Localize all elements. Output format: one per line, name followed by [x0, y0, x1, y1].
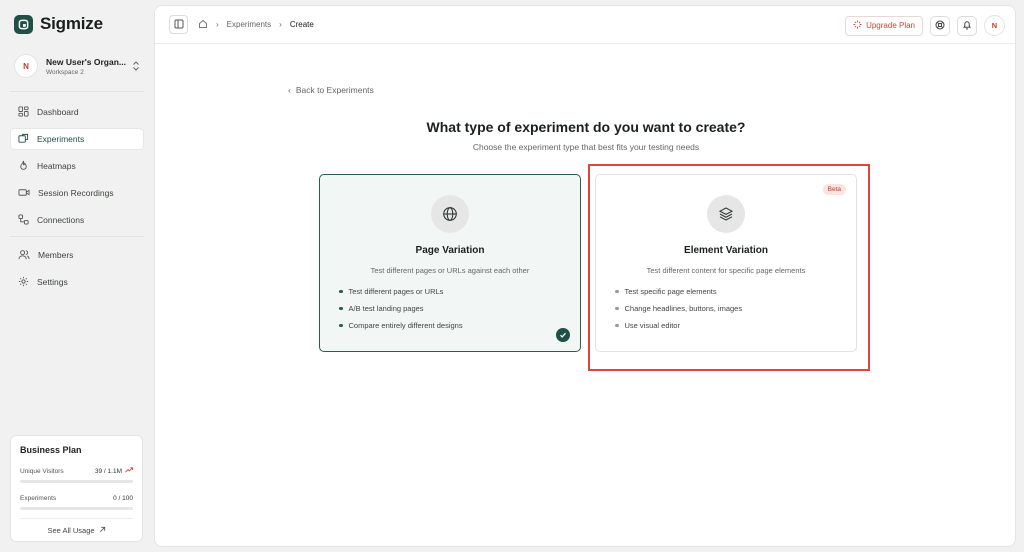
- bullet-icon: [615, 289, 619, 294]
- bullet-icon: [339, 306, 343, 311]
- feature-text: Use visual editor: [624, 321, 680, 330]
- sidebar-nav: Dashboard Experiments Heatmaps Session R…: [10, 101, 144, 236]
- home-icon[interactable]: [198, 19, 208, 31]
- trend-up-icon: [125, 467, 133, 475]
- bullet-icon: [339, 323, 343, 328]
- page-variation-card[interactable]: Page Variation Test different pages or U…: [319, 174, 581, 352]
- connections-icon: [18, 213, 29, 227]
- feature-item: Change headlines, buttons, images: [615, 304, 742, 313]
- feature-item: A/B test landing pages: [339, 304, 463, 313]
- upgrade-plan-button[interactable]: Upgrade Plan: [845, 15, 923, 36]
- page-title: What type of experiment do you want to c…: [426, 119, 746, 135]
- sidebar-item-settings[interactable]: Settings: [10, 271, 144, 293]
- sidebar-item-label: Members: [38, 250, 74, 260]
- workspace-name: Workspace 2: [46, 68, 84, 76]
- chevron-right-icon: ›: [279, 20, 282, 29]
- sidebar-item-session-recordings[interactable]: Session Recordings: [10, 182, 144, 204]
- users-icon: [18, 249, 30, 262]
- dashboard-icon: [18, 105, 29, 119]
- feature-item: Test different pages or URLs: [339, 287, 463, 296]
- lifebuoy-icon: [935, 17, 945, 35]
- toggle-sidebar-button[interactable]: [169, 15, 188, 34]
- see-all-usage-link[interactable]: See All Usage: [20, 518, 133, 535]
- card-title: Element Variation: [684, 245, 768, 256]
- sidebar-item-label: Session Recordings: [38, 188, 114, 198]
- sidebar-item-label: Heatmaps: [37, 161, 76, 171]
- feature-text: Compare entirely different designs: [348, 321, 463, 330]
- organization-switcher[interactable]: N New User's Organ... Workspace 2: [10, 50, 144, 82]
- see-all-usage-label: See All Usage: [47, 526, 95, 535]
- visitors-label: Unique Visitors: [20, 467, 64, 475]
- main-panel: › Experiments › Create Upgrade Plan N ‹ …: [154, 5, 1016, 547]
- bullet-icon: [339, 289, 343, 294]
- brand[interactable]: Sigmize: [14, 14, 103, 34]
- feature-text: Test specific page elements: [624, 287, 717, 296]
- sidebar-toggle-icon: [174, 16, 184, 34]
- bullet-icon: [615, 306, 619, 311]
- top-bar: › Experiments › Create Upgrade Plan N: [155, 6, 1015, 44]
- sidebar-divider: [10, 236, 144, 237]
- feature-list: Test different pages or URLs A/B test la…: [339, 287, 463, 338]
- breadcrumb: › Experiments › Create: [198, 19, 314, 31]
- card-description: Test different content for specific page…: [646, 266, 806, 275]
- page-subtitle: Choose the experiment type that best fit…: [472, 142, 700, 152]
- sidebar-item-members[interactable]: Members: [10, 244, 144, 266]
- plan-usage-card: Business Plan Unique Visitors 39 / 1.1M …: [10, 435, 143, 542]
- back-link-label: Back to Experiments: [295, 85, 374, 95]
- chevron-left-icon: ‹: [288, 85, 291, 95]
- chevron-up-down-icon: [132, 59, 140, 77]
- feature-text: Test different pages or URLs: [348, 287, 444, 296]
- sidebar-item-experiments[interactable]: Experiments: [10, 128, 144, 150]
- sidebar-item-heatmaps[interactable]: Heatmaps: [10, 155, 144, 177]
- breadcrumb-experiments[interactable]: Experiments: [227, 20, 271, 29]
- experiments-progress: [20, 507, 133, 510]
- user-avatar[interactable]: N: [984, 15, 1005, 36]
- feature-item: Test specific page elements: [615, 287, 742, 296]
- experiments-icon: [18, 133, 29, 146]
- beta-badge: Beta: [822, 184, 846, 195]
- plan-title: Business Plan: [20, 445, 82, 455]
- feature-list: Test specific page elements Change headl…: [615, 287, 742, 338]
- feature-item: Use visual editor: [615, 321, 742, 330]
- flame-icon: [18, 160, 29, 173]
- support-button[interactable]: [930, 15, 950, 36]
- org-name: New User's Organ...: [46, 56, 126, 67]
- experiments-usage-label: Experiments: [20, 495, 57, 502]
- video-icon: [18, 187, 30, 200]
- card-title: Page Variation: [415, 245, 485, 256]
- element-variation-card[interactable]: Beta Element Variation Test different co…: [595, 174, 857, 352]
- experiments-usage-value: 0 / 100: [113, 495, 133, 502]
- external-arrow-icon: [99, 526, 106, 535]
- card-description: Test different pages or URLs against eac…: [370, 266, 530, 275]
- notifications-button[interactable]: [957, 15, 977, 36]
- sidebar-secondary-nav: Members Settings: [10, 244, 144, 298]
- sidebar-item-label: Experiments: [37, 134, 85, 144]
- sidebar: Sigmize N New User's Organ... Workspace …: [0, 0, 154, 552]
- layers-icon: [707, 195, 745, 233]
- bullet-icon: [615, 323, 619, 328]
- feature-text: Change headlines, buttons, images: [624, 304, 743, 313]
- sparkle-icon: [853, 20, 862, 31]
- gear-icon: [18, 276, 29, 289]
- sidebar-item-label: Settings: [37, 277, 68, 287]
- visitors-progress: [20, 480, 133, 483]
- feature-item: Compare entirely different designs: [339, 321, 463, 330]
- org-avatar: N: [14, 54, 38, 78]
- feature-text: A/B test landing pages: [348, 304, 424, 313]
- sidebar-item-label: Dashboard: [37, 107, 79, 117]
- breadcrumb-create: Create: [289, 20, 314, 29]
- visitors-value: 39 / 1.1M: [94, 467, 122, 475]
- sidebar-item-connections[interactable]: Connections: [10, 209, 144, 231]
- back-to-experiments-link[interactable]: ‹ Back to Experiments: [288, 85, 374, 95]
- globe-icon: [431, 195, 469, 233]
- bell-icon: [962, 17, 972, 35]
- brand-name: Sigmize: [40, 14, 103, 33]
- upgrade-plan-label: Upgrade Plan: [866, 21, 915, 30]
- sidebar-item-label: Connections: [37, 215, 85, 225]
- sidebar-divider: [10, 91, 144, 92]
- sidebar-item-dashboard[interactable]: Dashboard: [10, 101, 144, 123]
- chevron-right-icon: ›: [216, 20, 219, 29]
- sigmize-logo-icon: [14, 14, 33, 34]
- checkmark-icon: [556, 328, 570, 342]
